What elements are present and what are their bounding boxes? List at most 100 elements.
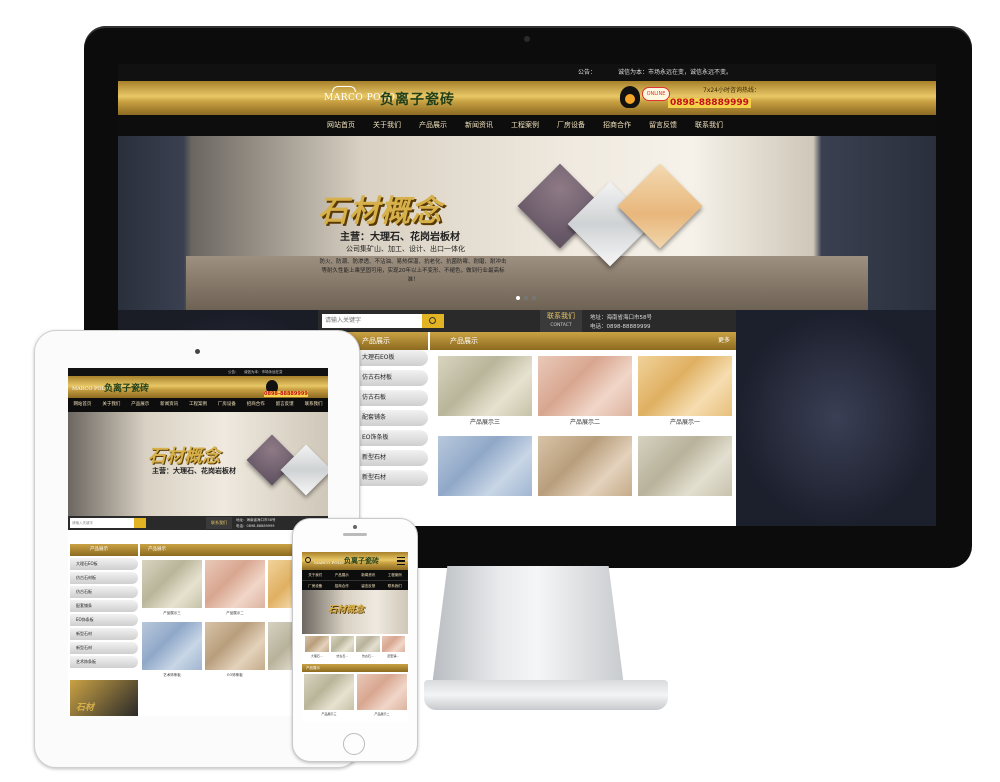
product-image[interactable] — [205, 622, 265, 670]
search-input[interactable]: 请输入关键字 — [70, 518, 134, 528]
product-card[interactable]: 产品展示三 — [142, 560, 202, 618]
search-button[interactable] — [422, 314, 444, 328]
category-image[interactable] — [330, 636, 354, 652]
product-card[interactable]: 产品展示三 — [304, 674, 354, 720]
product-image[interactable] — [304, 674, 354, 710]
product-image[interactable] — [538, 356, 632, 416]
product-image[interactable] — [438, 436, 532, 496]
category-image[interactable] — [305, 636, 329, 652]
logo-chinese[interactable]: 负离子瓷砖 — [344, 556, 379, 566]
sidebar-item[interactable]: 新型石材 — [358, 450, 428, 466]
product-caption[interactable]: EO饰条板 — [205, 670, 265, 680]
nav-item-home[interactable]: 网站首页 — [68, 398, 97, 412]
logo-chinese[interactable]: 负离子瓷砖 — [104, 381, 149, 394]
product-caption[interactable]: 产品展示一 — [638, 416, 732, 430]
nav-item-products[interactable]: 产品展示 — [410, 115, 456, 136]
product-card[interactable]: 艺术饰条板 — [142, 622, 202, 680]
nav-item-cases[interactable]: 工程案例 — [184, 398, 213, 412]
nav-item-partners[interactable]: 招商合作 — [594, 115, 640, 136]
nav-item-news[interactable]: 新闻资讯 — [355, 570, 382, 581]
logo-english[interactable]: MARCO POLO — [314, 560, 344, 565]
category-caption[interactable]: 仿古石... — [331, 652, 355, 660]
product-image[interactable] — [638, 356, 732, 416]
sidebar-item[interactable]: 配套铺条 — [358, 410, 428, 426]
category-thumb[interactable]: 仿古石... — [330, 636, 355, 662]
hamburger-menu-icon[interactable] — [397, 557, 405, 565]
nav-item-equipment[interactable]: 厂房设备 — [548, 115, 594, 136]
product-caption[interactable]: 产品展示二 — [357, 710, 407, 718]
product-card[interactable] — [638, 436, 732, 510]
product-caption[interactable]: 产品展示二 — [205, 608, 265, 618]
product-card[interactable]: 产品展示二 — [205, 560, 265, 618]
product-card[interactable] — [538, 436, 632, 510]
contact-badge[interactable]: 联系我们 — [206, 517, 232, 529]
sidebar-item[interactable]: 新型石材 — [358, 470, 428, 486]
product-caption[interactable]: 产品展示三 — [304, 710, 354, 718]
sidebar-item[interactable]: 仿古石材板 — [70, 572, 138, 584]
nav-item-cases[interactable]: 工程案例 — [502, 115, 548, 136]
product-image[interactable] — [357, 674, 407, 710]
search-icon[interactable] — [305, 557, 311, 563]
category-thumb[interactable]: 仿古石... — [356, 636, 380, 662]
sidebar-item[interactable]: 大理石EO板 — [70, 558, 138, 570]
banner-dot[interactable] — [524, 296, 528, 300]
nav-item-contact[interactable]: 联系我们 — [299, 398, 328, 412]
product-caption[interactable]: 产品展示三 — [438, 416, 532, 430]
search-button[interactable] — [134, 518, 146, 528]
online-badge[interactable]: ONLINE — [642, 87, 670, 101]
nav-item-news[interactable]: 新闻资讯 — [456, 115, 502, 136]
nav-item-about[interactable]: 关于我们 — [302, 570, 329, 581]
phone-banner[interactable]: 石材概念 — [302, 590, 408, 634]
sidebar-item[interactable]: 配套铺条 — [70, 600, 138, 612]
product-card[interactable] — [438, 436, 532, 510]
nav-item-products[interactable]: 产品展示 — [328, 570, 355, 581]
category-caption[interactable]: 配套铺... — [382, 652, 406, 660]
category-image[interactable] — [356, 636, 380, 652]
phone-home-button[interactable] — [343, 733, 365, 755]
category-thumb[interactable]: 配套铺... — [381, 636, 406, 662]
product-image[interactable] — [538, 436, 632, 496]
sidebar-item[interactable]: 大理石EO板 — [358, 350, 428, 366]
tablet-banner[interactable]: 石材概念 主营：大理石、花岗岩板材 — [68, 412, 328, 516]
category-caption[interactable]: 大理石... — [305, 652, 329, 660]
nav-item-contact[interactable]: 联系我们 — [686, 115, 732, 136]
nav-item-equipment[interactable]: 厂房设备 — [212, 398, 241, 412]
logo-chinese[interactable]: 负离子瓷砖 — [380, 89, 455, 109]
product-card[interactable]: 产品展示二 — [538, 356, 632, 430]
nav-item-feedback[interactable]: 留言反馈 — [640, 115, 686, 136]
product-caption[interactable]: 艺术饰条板 — [142, 670, 202, 680]
product-card[interactable]: 产品展示三 — [438, 356, 532, 430]
category-image[interactable] — [381, 636, 405, 652]
product-image[interactable] — [438, 356, 532, 416]
banner-dot[interactable] — [516, 296, 520, 300]
sidebar-item[interactable]: EO饰条板 — [358, 430, 428, 446]
nav-item-about[interactable]: 关于我们 — [97, 398, 126, 412]
qq-penguin-icon[interactable] — [620, 86, 640, 108]
product-card[interactable]: 产品展示一 — [638, 356, 732, 430]
contact-badge[interactable]: 联系我们 CONTACT — [540, 310, 582, 332]
product-image[interactable] — [142, 560, 202, 608]
product-image[interactable] — [142, 622, 202, 670]
sidebar-item[interactable]: 仿古石板 — [358, 390, 428, 406]
sidebar-promo-banner[interactable]: 石材 — [70, 680, 138, 716]
banner-dot[interactable] — [532, 296, 536, 300]
product-caption[interactable]: 产品展示三 — [142, 608, 202, 618]
product-card[interactable]: 产品展示二 — [357, 674, 407, 720]
nav-item-cases[interactable]: 工程案例 — [381, 570, 408, 581]
nav-item-partners[interactable]: 招商合作 — [241, 398, 270, 412]
sidebar-item[interactable]: 新型石材 — [70, 642, 138, 654]
sidebar-item[interactable]: 仿古石材板 — [358, 370, 428, 386]
product-image[interactable] — [638, 436, 732, 496]
product-caption[interactable]: 产品展示二 — [538, 416, 632, 430]
sidebar-item[interactable]: 艺术饰条板 — [70, 656, 138, 668]
nav-item-home[interactable]: 网站首页 — [318, 115, 364, 136]
nav-item-about[interactable]: 关于我们 — [364, 115, 410, 136]
category-caption[interactable]: 仿古石... — [356, 652, 380, 660]
sidebar-item[interactable]: 新型石材 — [70, 628, 138, 640]
sidebar-item[interactable]: 仿古石板 — [70, 586, 138, 598]
category-thumb[interactable]: 大理石... — [305, 636, 329, 662]
product-image[interactable] — [205, 560, 265, 608]
more-link[interactable]: 更多 — [718, 332, 730, 350]
nav-item-news[interactable]: 新闻资讯 — [155, 398, 184, 412]
product-card[interactable]: EO饰条板 — [205, 622, 265, 680]
